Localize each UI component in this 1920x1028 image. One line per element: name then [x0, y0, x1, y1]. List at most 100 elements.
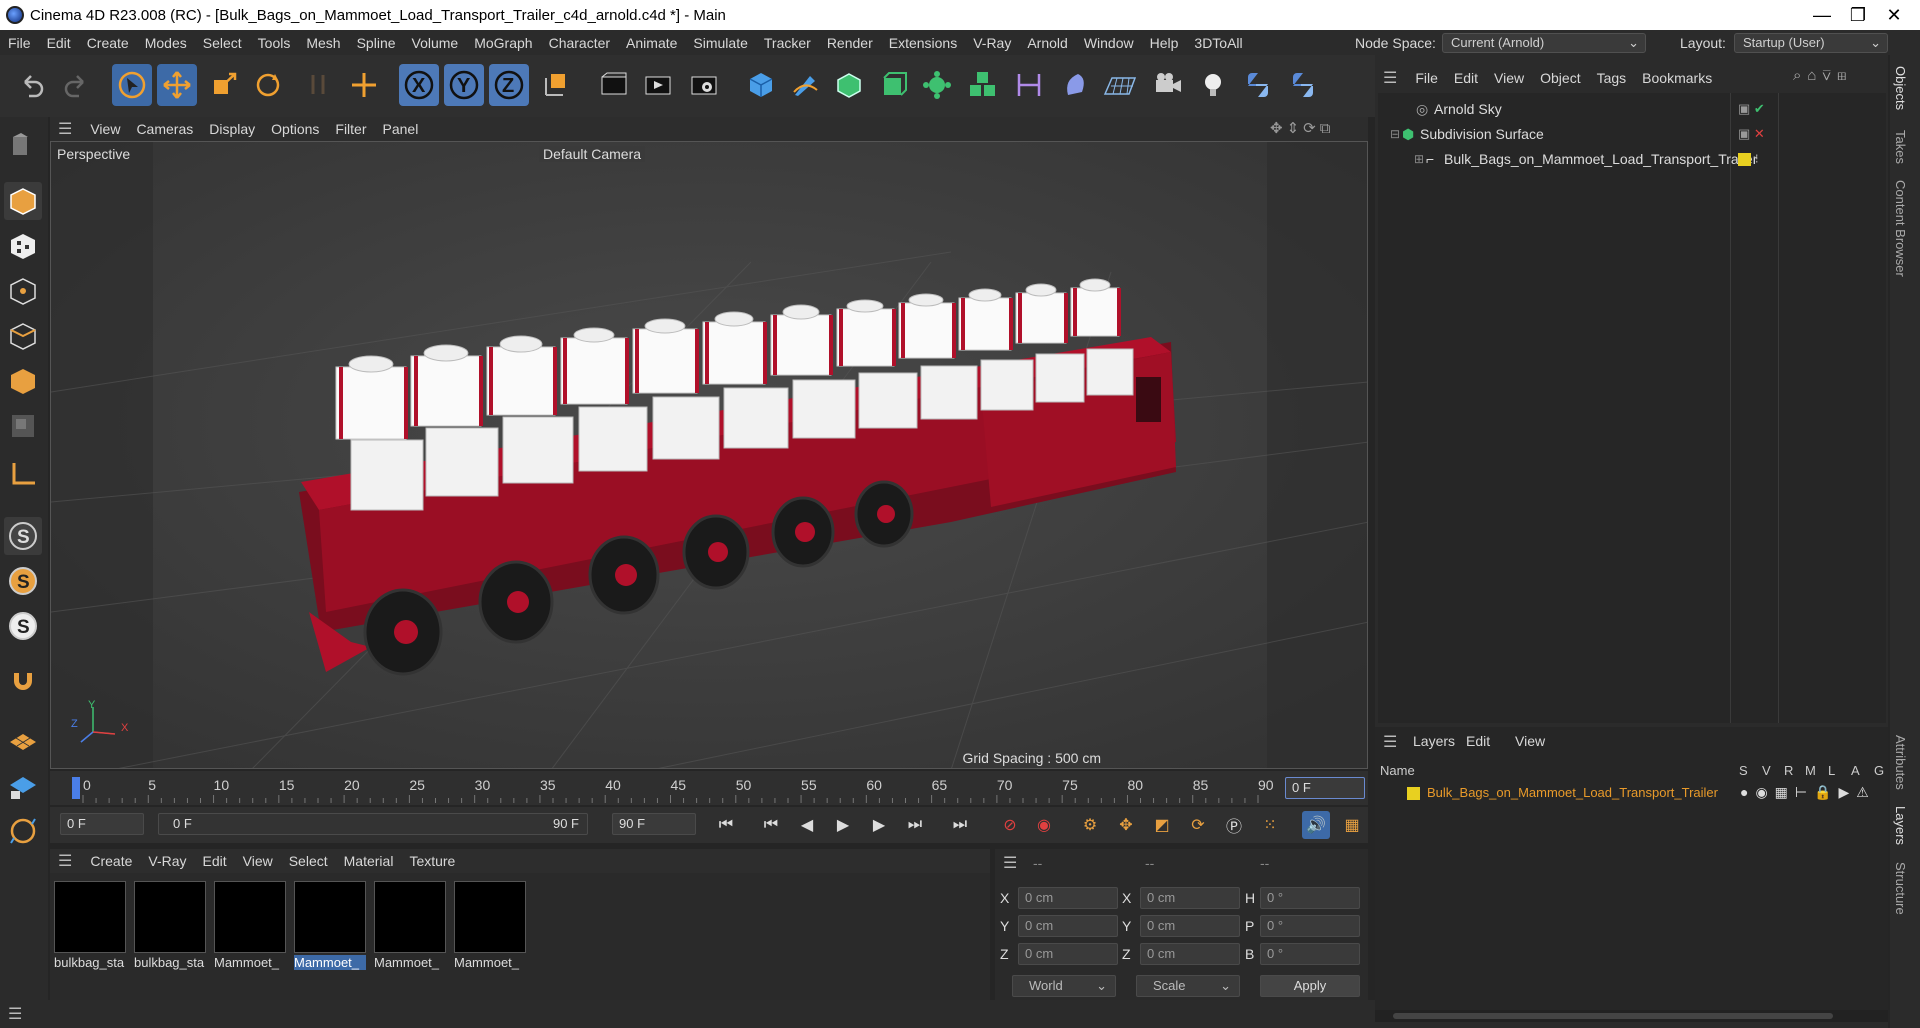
coordinate-space-dropdown[interactable]: World ⌄ [1012, 975, 1116, 997]
rotate-tool-button[interactable] [248, 64, 288, 106]
hamburger-icon[interactable]: ☰ [8, 1004, 22, 1024]
menu-arnold[interactable]: Arnold [1019, 35, 1075, 51]
menu-volume[interactable]: Volume [404, 35, 467, 51]
subdivision-surface-button[interactable] [829, 64, 869, 106]
3d-viewport[interactable]: Perspective Default Camera Grid Spacing … [50, 141, 1368, 769]
object-manager-tools[interactable]: ⌕⌂⊽⊞ [1793, 67, 1853, 84]
material-menu-v-ray[interactable]: V-Ray [140, 853, 194, 869]
tree-toggle-icon[interactable]: ⊟ [1390, 127, 1400, 141]
menu-window[interactable]: Window [1076, 35, 1142, 51]
menu-spline[interactable]: Spline [349, 35, 404, 51]
object-menu-bookmarks[interactable]: Bookmarks [1634, 70, 1720, 86]
render-to-picture-viewer-button[interactable] [638, 64, 678, 106]
texture-mode-icon[interactable] [4, 227, 42, 265]
next-key-icon[interactable]: ⏭ [901, 811, 929, 839]
solo-off-icon[interactable]: S [4, 517, 42, 555]
end-frame-field[interactable]: 90 F [612, 813, 696, 835]
menu-simulate[interactable]: Simulate [685, 35, 755, 51]
hamburger-icon[interactable]: ☰ [1003, 853, 1017, 873]
planar-workplane-icon[interactable] [4, 812, 42, 850]
layer-color-tag-icon[interactable]: ⁝ [1738, 151, 1759, 167]
material-swatch[interactable]: Mammoet_ [214, 881, 286, 975]
object-menu-edit[interactable]: Edit [1446, 70, 1486, 86]
side-tab-takes[interactable]: Takes [1893, 130, 1908, 164]
material-swatch[interactable]: Mammoet_ [454, 881, 526, 975]
layer-column-header[interactable]: M [1805, 763, 1816, 778]
object-row[interactable]: ⊞ ⌐ Bulk_Bags_on_Mammoet_Load_Transport_Tr… [1378, 147, 1886, 171]
select-tool-button[interactable] [112, 64, 152, 106]
viewport-menu-cameras[interactable]: Cameras [128, 121, 201, 137]
axis-mode-icon[interactable] [4, 455, 42, 493]
layer-column-header[interactable]: L [1828, 763, 1835, 778]
viewport-menu-view[interactable]: View [82, 121, 128, 137]
live-selection-button[interactable] [298, 64, 338, 106]
menu-tools[interactable]: Tools [250, 35, 299, 51]
start-frame-field[interactable]: 0 F [60, 813, 144, 835]
previous-key-icon[interactable]: ⏮ [757, 811, 785, 839]
horizontal-scrollbar[interactable] [1375, 1010, 1888, 1022]
material-menu-material[interactable]: Material [336, 853, 402, 869]
go-to-start-icon[interactable]: ⏮ [712, 811, 740, 839]
viewport-menu-panel[interactable]: Panel [375, 121, 427, 137]
play-icon[interactable]: ▶ [829, 811, 857, 839]
material-swatch[interactable]: bulkbag_sta [54, 881, 126, 975]
hamburger-icon[interactable]: ☰ [1383, 68, 1397, 88]
object-menu-file[interactable]: File [1407, 70, 1446, 86]
next-frame-icon[interactable]: ▶ [865, 811, 893, 839]
material-swatch[interactable]: Mammoet_ [374, 881, 446, 975]
layer-column-header[interactable]: R [1784, 763, 1793, 778]
menu-help[interactable]: Help [1142, 35, 1187, 51]
layout-dropdown[interactable]: Startup (User) ⌄ [1734, 33, 1888, 53]
menu-v-ray[interactable]: V-Ray [965, 35, 1019, 51]
viewport-nav-icons[interactable]: ✥⇕⟳⧉ [1270, 119, 1334, 137]
enabled-check-icon[interactable]: ▣ ✔ [1738, 101, 1765, 117]
layer-toggle-icons[interactable]: ●◉▦⊢🔒▶⚠ [1740, 784, 1876, 801]
object-menu-object[interactable]: Object [1532, 70, 1588, 86]
material-menu-create[interactable]: Create [82, 853, 140, 869]
side-tab-structure[interactable]: Structure [1893, 862, 1908, 915]
edge-mode-icon[interactable] [4, 317, 42, 355]
menu-animate[interactable]: Animate [618, 35, 685, 51]
coord-value-field[interactable]: 0 cm [1018, 915, 1118, 937]
material-menu-edit[interactable]: Edit [195, 853, 235, 869]
close-button[interactable]: ✕ [1872, 0, 1916, 30]
object-row[interactable]: ⊟ ⬢ Subdivision Surface ▣ ✕ [1378, 122, 1886, 146]
layer-column-header[interactable]: A [1851, 763, 1860, 778]
menu-extensions[interactable]: Extensions [881, 35, 965, 51]
key-scale-icon[interactable]: ◩ [1148, 811, 1176, 839]
side-tab-layers[interactable]: Layers [1893, 806, 1908, 845]
array-button[interactable] [963, 64, 1003, 106]
measure-button[interactable] [1009, 64, 1049, 106]
key-pla-icon[interactable]: ⁙ [1256, 811, 1284, 839]
coordinate-system-button[interactable] [536, 64, 576, 106]
render-view-button[interactable] [594, 64, 634, 106]
node-space-dropdown[interactable]: Current (Arnold) ⌄ [1442, 33, 1646, 53]
floor-button[interactable] [1100, 64, 1140, 106]
solo-hierarchy-icon[interactable]: S [4, 607, 42, 645]
snap-magnet-icon[interactable] [4, 665, 42, 703]
layer-column-header[interactable]: S [1739, 763, 1748, 778]
model-mode-icon[interactable] [4, 125, 42, 163]
scale-tool-button[interactable] [204, 64, 244, 106]
side-tab-attributes[interactable]: Attributes [1893, 735, 1908, 790]
object-mode-icon[interactable] [4, 182, 42, 220]
transform-tool-button[interactable] [344, 64, 384, 106]
menu-character[interactable]: Character [541, 35, 618, 51]
layer-menu-layers[interactable]: Layers [1413, 733, 1455, 749]
material-menu-select[interactable]: Select [281, 853, 336, 869]
move-tool-button[interactable] [157, 64, 197, 106]
undo-button[interactable] [12, 64, 52, 106]
current-frame-field[interactable]: 0 F [1285, 777, 1365, 799]
x-axis-lock-button[interactable]: X [399, 64, 439, 106]
viewport-menu-options[interactable]: Options [263, 121, 327, 137]
motion-system-icon[interactable]: 🔊 [1302, 811, 1330, 839]
menu-create[interactable]: Create [79, 35, 137, 51]
menu-tracker[interactable]: Tracker [756, 35, 819, 51]
material-menu-view[interactable]: View [235, 853, 281, 869]
layer-menu-view[interactable]: View [1515, 733, 1545, 749]
hamburger-icon[interactable]: ☰ [58, 851, 72, 871]
render-settings-button[interactable] [684, 64, 724, 106]
y-axis-lock-button[interactable]: Y [444, 64, 484, 106]
scrollbar-thumb[interactable] [1393, 1013, 1833, 1019]
extrude-button[interactable] [873, 64, 913, 106]
